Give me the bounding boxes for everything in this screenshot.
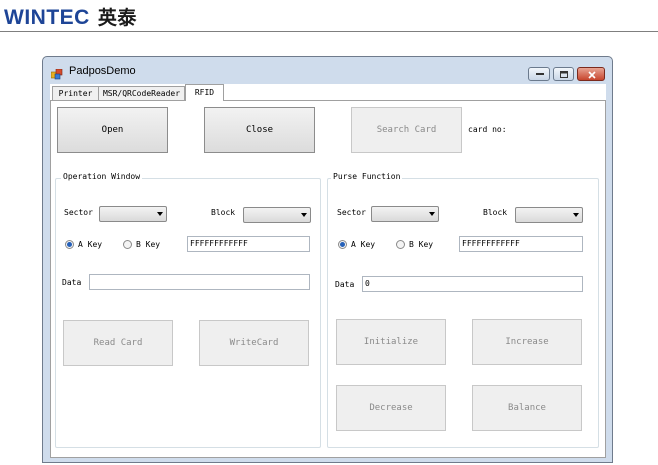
brand-name-cn: 英泰 (97, 7, 137, 29)
purse-block-combo[interactable] (515, 207, 583, 223)
decrease-button[interactable]: Decrease (336, 385, 446, 431)
op-a-key-label: A Key (78, 240, 103, 249)
title-bar[interactable]: PadposDemo (43, 57, 612, 84)
close-icon (588, 71, 596, 79)
purse-sector-label: Sector (337, 208, 366, 217)
purse-sector-combo[interactable] (371, 206, 439, 222)
op-sector-combo[interactable] (99, 206, 167, 222)
purse-key-input[interactable]: FFFFFFFFFFFF (459, 236, 583, 252)
open-button[interactable]: Open (57, 107, 168, 153)
op-block-combo[interactable] (243, 207, 311, 223)
purse-block-label: Block (483, 208, 508, 217)
purse-function-title: Purse Function (331, 172, 403, 181)
brand-name: WINTEC (4, 6, 90, 29)
op-data-label: Data (62, 278, 82, 287)
op-b-key-label: B Key (136, 240, 161, 249)
tab-printer[interactable]: Printer (52, 86, 99, 100)
minimize-button[interactable] (528, 67, 550, 81)
purse-data-input[interactable]: 0 (362, 276, 583, 292)
purse-b-key-label: B Key (409, 240, 434, 249)
client-area: Printer MSR/QRCodeReader RFID Open Close… (50, 84, 606, 458)
app-window: PadposDemo Printer MSR/QRCodeReader RFID… (42, 56, 613, 463)
balance-button[interactable]: Balance (472, 385, 582, 431)
chevron-down-icon (573, 213, 579, 217)
header-divider (0, 31, 658, 32)
maximize-icon (560, 71, 568, 78)
operation-window-title: Operation Window (61, 172, 143, 181)
brand-logo: WINTEC 英泰 (4, 3, 137, 30)
rfid-tab-page: Open Close Search Card card no: Operatio… (50, 100, 606, 458)
search-card-button[interactable]: Search Card (351, 107, 462, 153)
app-icon (50, 65, 63, 80)
minimize-icon (536, 73, 544, 75)
increase-button[interactable]: Increase (472, 319, 582, 365)
purse-a-key-label: A Key (351, 240, 376, 249)
op-b-key-radio[interactable] (123, 240, 132, 249)
purse-data-label: Data (335, 280, 355, 289)
tab-msr-qrcodereader[interactable]: MSR/QRCodeReader (98, 86, 185, 100)
chevron-down-icon (429, 212, 435, 216)
tab-strip: Printer MSR/QRCodeReader RFID (50, 84, 606, 101)
maximize-button[interactable] (553, 67, 574, 81)
op-sector-label: Sector (64, 208, 93, 217)
purse-b-key-radio[interactable] (396, 240, 405, 249)
chevron-down-icon (301, 213, 307, 217)
read-card-button[interactable]: Read Card (63, 320, 173, 366)
op-data-input[interactable] (89, 274, 310, 290)
op-a-key-radio[interactable] (65, 240, 74, 249)
purse-a-key-radio[interactable] (338, 240, 347, 249)
card-no-label: card no: (468, 125, 507, 134)
window-title: PadposDemo (69, 65, 136, 77)
op-block-label: Block (211, 208, 236, 217)
write-card-button[interactable]: WriteCard (199, 320, 309, 366)
close-button[interactable]: Close (204, 107, 315, 153)
initialize-button[interactable]: Initialize (336, 319, 446, 365)
window-close-button[interactable] (577, 67, 605, 81)
op-key-input[interactable]: FFFFFFFFFFFF (187, 236, 310, 252)
tab-rfid[interactable]: RFID (185, 84, 224, 101)
chevron-down-icon (157, 212, 163, 216)
